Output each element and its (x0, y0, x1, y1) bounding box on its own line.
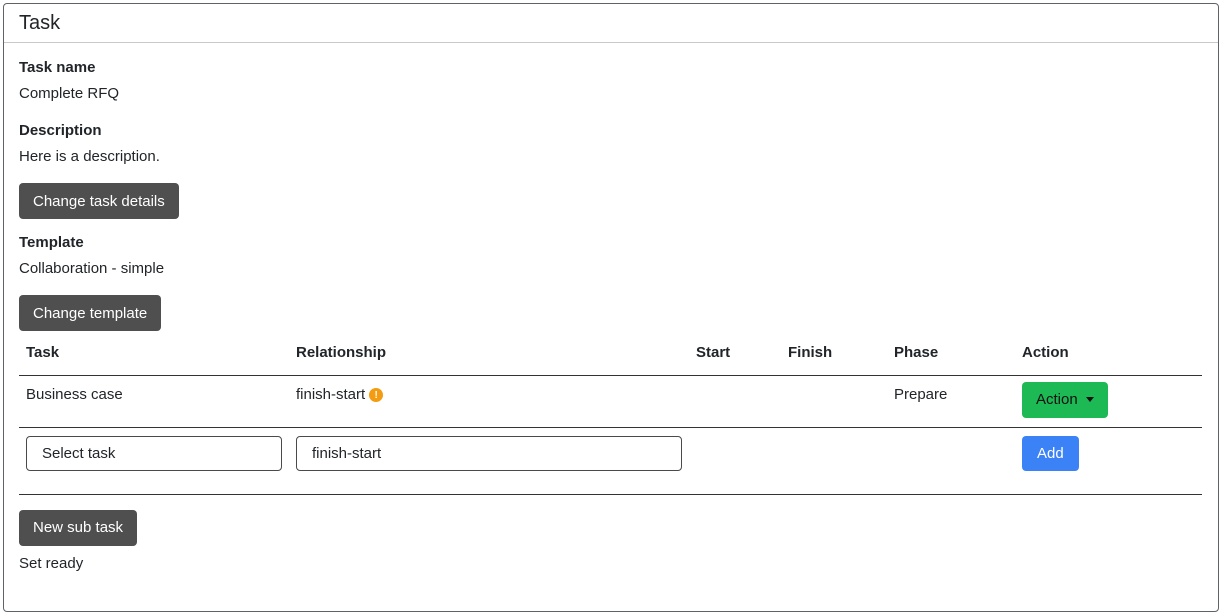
header-finish: Finish (781, 344, 887, 376)
header-phase: Phase (887, 344, 1015, 376)
row-relationship-cell: finish-start! (289, 375, 689, 428)
header-start: Start (689, 344, 781, 376)
change-template-button[interactable]: Change template (19, 295, 162, 331)
status-text: Set ready (19, 554, 84, 572)
row-phase-cell: Prepare (887, 375, 1015, 428)
row-action-cell: Action (1015, 375, 1202, 428)
row-finish-cell (781, 375, 887, 428)
description-value: Here is a description. (19, 148, 160, 165)
new-sub-task-button[interactable]: New sub task (19, 509, 138, 546)
template-label: Template (19, 234, 84, 251)
relationship-select[interactable]: finish-start (296, 435, 682, 471)
change-task-details-button[interactable]: Change task details (19, 183, 179, 219)
header-relationship: Relationship (289, 344, 689, 376)
card-title: Task (4, 4, 1218, 43)
select-task-input[interactable]: Select task (26, 435, 282, 471)
row-relationship-text: finish-start (296, 385, 366, 403)
task-card: Task Task name Complete RFQ Description … (3, 3, 1219, 612)
row-task-cell: Business case (19, 375, 289, 428)
template-value: Collaboration - simple (19, 260, 165, 277)
add-button[interactable]: Add (1022, 435, 1079, 471)
subtask-table: Task Relationship Start Finish Phase Act… (19, 344, 1202, 495)
action-button-label: Action (1036, 391, 1078, 408)
header-task: Task (19, 344, 289, 376)
caret-down-icon (1085, 397, 1094, 402)
action-dropdown-button[interactable]: Action (1022, 381, 1108, 418)
new-relationship-row: Select task finish-start Add (19, 427, 1202, 495)
exclamation-circle-icon: ! (369, 388, 384, 402)
row-start-cell (689, 375, 781, 428)
table-header-row: Task Relationship Start Finish Phase Act… (19, 344, 1202, 376)
table-row: Business case finish-start! Prepare Acti… (19, 375, 1202, 428)
description-label: Description (19, 122, 102, 139)
card-body: Task name Complete RFQ Description Here … (4, 43, 1218, 575)
header-action: Action (1015, 344, 1202, 376)
task-name-value: Complete RFQ (19, 85, 120, 102)
task-name-label: Task name (19, 59, 96, 76)
